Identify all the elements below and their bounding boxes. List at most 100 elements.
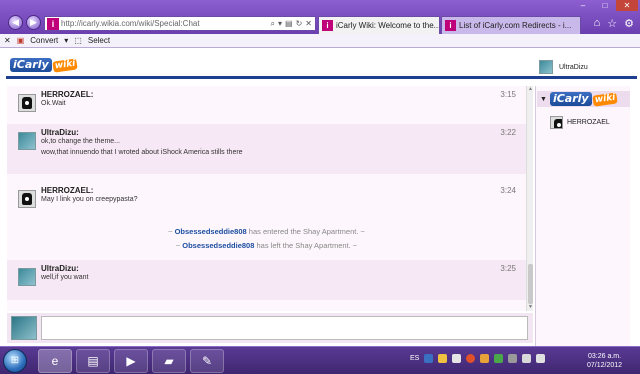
device-icon[interactable]: [452, 354, 462, 363]
message-time: 3:25: [500, 264, 516, 273]
logo-text: iCarly: [10, 58, 52, 72]
system-text: has left the Shay Apartment. ~: [254, 241, 358, 250]
site-favicon-icon: i: [47, 17, 59, 30]
volume-icon[interactable]: [536, 354, 546, 363]
scroll-down-icon[interactable]: ▼: [527, 304, 534, 311]
search-icon[interactable]: ⌕: [271, 19, 275, 29]
favorites-star-icon[interactable]: ☆: [607, 17, 617, 30]
chat-log: HERROZAEL: 3:15 Ok.Wait UltraDizu: 3:22 …: [7, 86, 526, 311]
update-icon[interactable]: [480, 354, 490, 363]
shield-icon[interactable]: [438, 354, 448, 363]
current-user[interactable]: UltraDizu: [539, 60, 588, 74]
wiki-header: iCarly wiki UltraDizu: [6, 55, 637, 79]
logo-wiki-text: wiki: [51, 57, 78, 73]
address-url[interactable]: http://icarly.wikia.com/wiki/Special:Cha…: [61, 19, 200, 28]
tab-icarly-chat[interactable]: i iCarly Wiki: Welcome to the... ×: [318, 16, 440, 34]
tab-icarly-redirects[interactable]: i List of iCarly.com Redirects - i...: [441, 16, 581, 34]
keyboard-icon[interactable]: [424, 354, 434, 363]
language-indicator[interactable]: ES: [410, 355, 419, 362]
command-bar: ✕ ▣ Convert ▾ ⬚ Select: [0, 34, 640, 48]
system-message-entered: ~ Obsessedseddie808 has entered the Shay…: [7, 227, 526, 236]
file-explorer-icon[interactable]: ▤: [76, 349, 110, 373]
message-time: 3:15: [500, 90, 516, 99]
address-bar[interactable]: i http://icarly.wikia.com/wiki/Special:C…: [44, 16, 316, 31]
wifi-icon[interactable]: [494, 354, 504, 363]
convert-button[interactable]: Convert: [30, 36, 58, 45]
antivirus-icon[interactable]: [466, 354, 476, 363]
chat-message: HERROZAEL: 3:24 May I link you on creepy…: [7, 182, 526, 222]
windows-taskbar: ⊞ e ▤ ▶ ▰ ✎ ES 03:26 a.m. 07/12/2012: [0, 346, 640, 374]
chat-message: UltraDizu: 3:25 well,if you want: [7, 260, 526, 300]
message-username[interactable]: HERROZAEL:: [41, 186, 93, 195]
message-text: May I link you on creepypasta?: [41, 196, 138, 203]
browser-toolbar-icons: ⌂ ☆ ⚙: [594, 17, 634, 30]
chat-page: iCarly wiki UltraDizu HERROZAEL: 3:15 Ok…: [0, 48, 640, 346]
avatar: [539, 60, 553, 74]
avatar: [18, 190, 36, 208]
paint-icon[interactable]: ✎: [190, 349, 224, 373]
chat-scrollbar[interactable]: ▲ ▼: [526, 86, 533, 311]
message-username[interactable]: UltraDizu:: [41, 264, 79, 273]
dropdown-icon[interactable]: ▾: [278, 19, 282, 29]
browser-title-bar: ◀ ▶ i http://icarly.wikia.com/wiki/Speci…: [0, 0, 640, 34]
room-logo: iCarly wiki: [549, 91, 618, 107]
refresh-icon[interactable]: ↻: [296, 19, 303, 29]
system-message-left: ~ Obsessedseddie808 has left the Shay Ap…: [7, 241, 526, 250]
internet-explorer-icon[interactable]: e: [38, 349, 72, 373]
message-text: well,if you want: [41, 274, 89, 281]
message-username[interactable]: UltraDizu:: [41, 128, 79, 137]
clock-date: 07/12/2012: [587, 362, 623, 369]
logo-text: iCarly: [549, 92, 592, 106]
convert-pdf-icon: ▣: [16, 36, 25, 45]
user-list-item[interactable]: HERROZAEL: [550, 116, 610, 129]
back-button[interactable]: ◀: [8, 15, 23, 30]
avatar: [18, 132, 36, 150]
system-clock[interactable]: 03:26 a.m. 07/12/2012: [587, 352, 622, 370]
message-text: ok,to change the theme...: [41, 138, 120, 145]
close-toolbar-icon[interactable]: ✕: [4, 36, 11, 45]
system-username[interactable]: Obsessedseddie808: [175, 227, 247, 236]
select-button[interactable]: Select: [88, 36, 110, 45]
chat-message-input[interactable]: [41, 316, 528, 340]
message-time: 3:24: [500, 186, 516, 195]
message-time: 3:22: [500, 128, 516, 137]
message-text: Ok.Wait: [41, 100, 66, 107]
forward-button[interactable]: ▶: [26, 15, 41, 30]
tab-title: List of iCarly.com Redirects - i...: [459, 21, 572, 30]
maximize-button[interactable]: □: [594, 0, 616, 11]
select-icon: ⬚: [74, 36, 82, 45]
chat-message: HERROZAEL: 3:15 Ok.Wait: [7, 86, 526, 119]
avatar: [18, 94, 36, 112]
message-username[interactable]: HERROZAEL:: [41, 90, 93, 99]
close-window-button[interactable]: ✕: [616, 0, 638, 11]
compat-view-icon[interactable]: ▤: [285, 19, 293, 29]
avatar: [11, 316, 37, 340]
chat-message: UltraDizu: 3:22 ok,to change the theme..…: [7, 124, 526, 174]
chevron-down-icon[interactable]: ▾: [64, 36, 68, 45]
flag-icon[interactable]: [522, 354, 532, 363]
start-button[interactable]: ⊞: [3, 349, 27, 373]
minimize-button[interactable]: –: [572, 0, 594, 11]
room-header[interactable]: ▼ iCarly wiki: [537, 91, 630, 107]
scrollbar-thumb[interactable]: [528, 264, 533, 304]
tab-favicon-icon: i: [445, 20, 456, 31]
current-user-name: UltraDizu: [559, 63, 588, 71]
tab-favicon-icon: i: [322, 20, 333, 31]
system-username[interactable]: Obsessedseddie808: [182, 241, 254, 250]
scroll-up-icon[interactable]: ▲: [527, 86, 534, 93]
media-player-icon[interactable]: ▶: [114, 349, 148, 373]
chat-input-bar: [7, 313, 533, 343]
stop-icon[interactable]: ✕: [305, 19, 312, 29]
chevron-down-icon[interactable]: ▼: [540, 96, 547, 103]
icarly-wiki-logo[interactable]: iCarly wiki: [10, 57, 78, 73]
home-icon[interactable]: ⌂: [594, 17, 601, 30]
folder-icon[interactable]: ▰: [152, 349, 186, 373]
system-tray: ES: [410, 354, 546, 363]
message-text: wow,that innuendo that I wroted about iS…: [41, 149, 243, 156]
tools-gear-icon[interactable]: ⚙: [624, 17, 634, 30]
system-text: has entered the Shay Apartment. ~: [246, 227, 365, 236]
user-list-sidebar: ▼ iCarly wiki HERROZAEL: [535, 86, 630, 346]
logo-wiki-text: wiki: [591, 91, 618, 107]
user-name: HERROZAEL: [567, 119, 610, 126]
app-tray-icon[interactable]: [508, 354, 518, 363]
